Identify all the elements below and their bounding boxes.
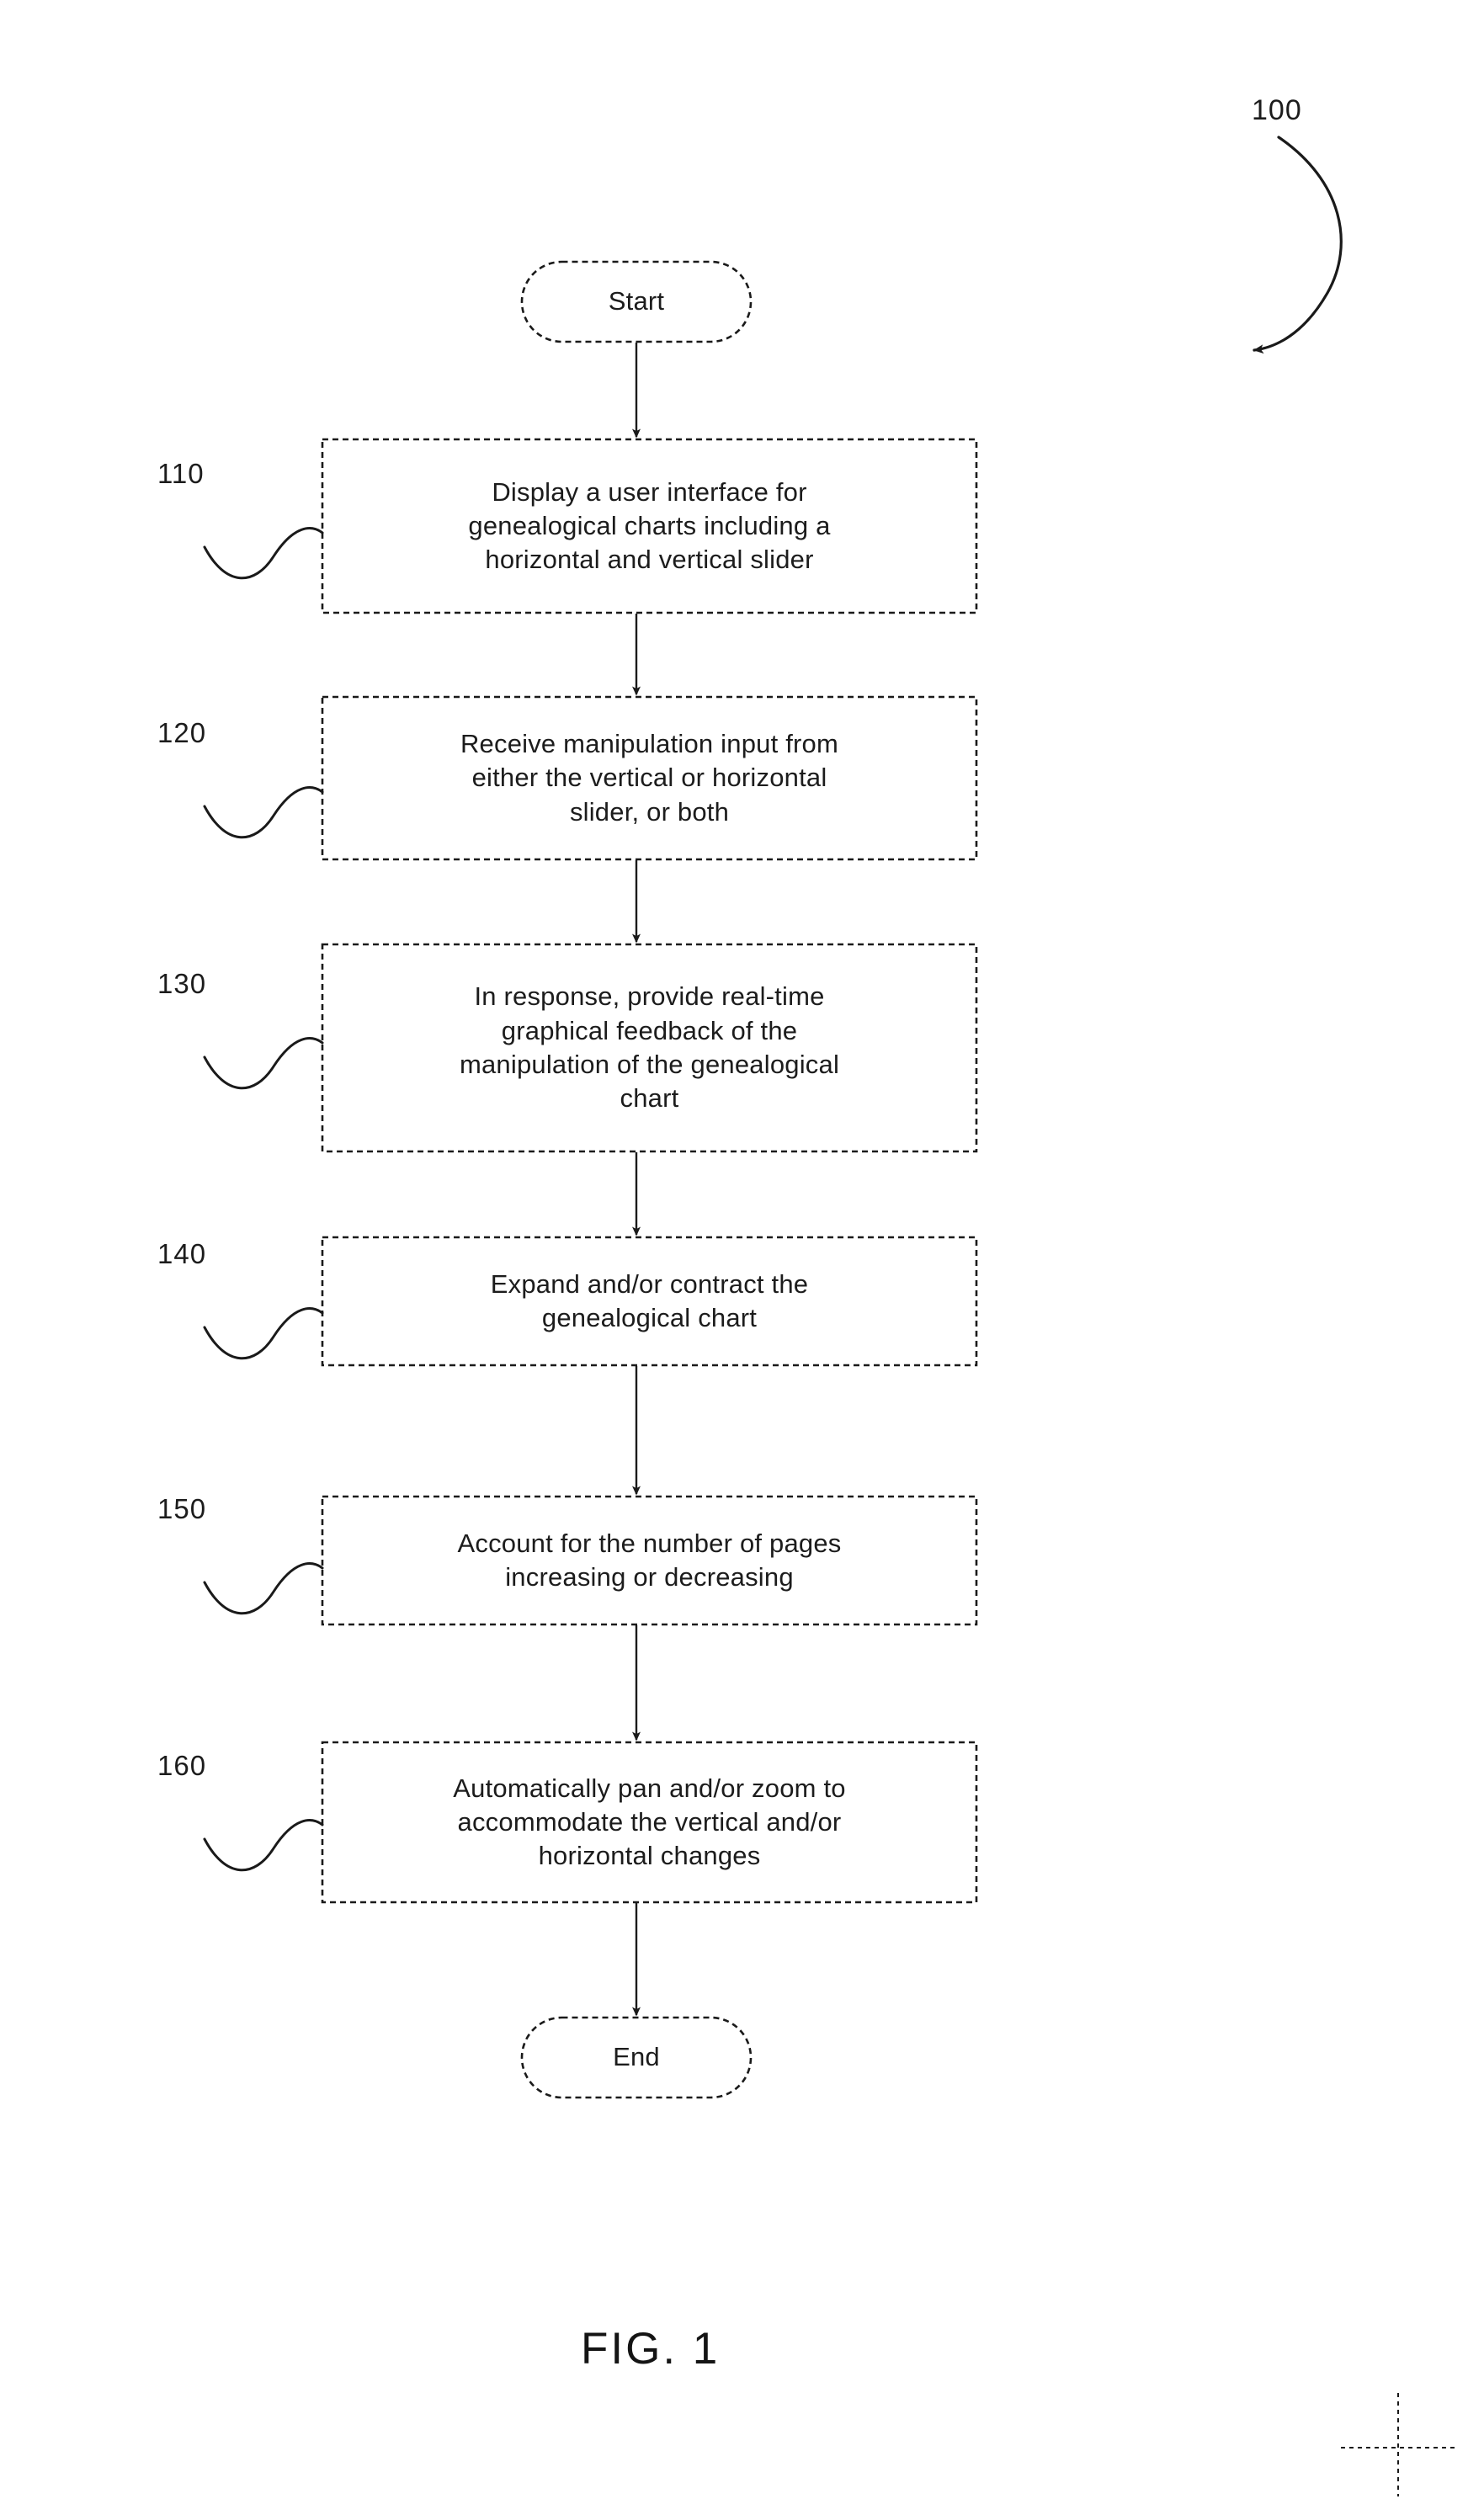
reference-leaders	[203, 527, 324, 1872]
reference-label-150: 150	[157, 1493, 207, 1524]
step-160-line-1: Automatically pan and/or zoom to	[453, 1773, 846, 1803]
leader-140	[203, 1307, 324, 1360]
step-150-node: Account for the number of pages increasi…	[322, 1497, 976, 1624]
reference-label-110: 110	[157, 458, 205, 489]
step-110-line-2: genealogical charts including a	[468, 510, 831, 540]
start-node-label: Start	[608, 286, 665, 316]
step-160-node: Automatically pan and/or zoom to accommo…	[322, 1742, 976, 1902]
step-130-line-3: manipulation of the genealogical	[459, 1050, 840, 1079]
step-110-node: Display a user interface for genealogica…	[322, 439, 976, 613]
step-120-line-2: either the vertical or horizontal	[471, 763, 827, 793]
step-120-line-3: slider, or both	[569, 796, 730, 827]
step-150-line-2: increasing or decreasing	[505, 1562, 794, 1592]
leader-150	[203, 1562, 324, 1615]
step-140-line-1: Expand and/or contract the	[490, 1268, 809, 1299]
reference-label-160: 160	[157, 1750, 207, 1781]
step-160-line-2: accommodate the vertical and/or	[457, 1806, 842, 1837]
patent-figure: 100 Start 110 Display a user interface f…	[0, 0, 1484, 2499]
end-node: End	[522, 2018, 751, 2098]
reference-label-140: 140	[157, 1238, 207, 1269]
step-140-node: Expand and/or contract the genealogical …	[322, 1237, 976, 1365]
leader-120	[203, 786, 324, 839]
step-140-line-2: genealogical chart	[541, 1303, 758, 1332]
step-130-line-1: In response, provide real-time	[474, 981, 825, 1012]
step-120-line-1: Receive manipulation input from	[460, 729, 839, 759]
figure-caption: FIG. 1	[581, 2324, 721, 2374]
step-130-line-2: graphical feedback of the	[501, 1015, 798, 1045]
step-150-line-1: Account for the number of pages	[457, 1528, 842, 1558]
registration-crosshair-icon	[1341, 2393, 1455, 2496]
reference-100-leader	[1253, 136, 1343, 354]
step-110-line-1: Display a user interface for	[492, 476, 807, 507]
start-node: Start	[522, 262, 751, 342]
step-110-line-3: horizontal and vertical slider	[485, 545, 814, 575]
step-160-line-3: horizontal changes	[538, 1841, 761, 1871]
diagram-reference-100: 100	[1252, 94, 1302, 126]
end-node-label: End	[613, 2042, 660, 2072]
leader-160	[203, 1819, 324, 1872]
reference-label-120: 120	[157, 717, 207, 748]
reference-label-130: 130	[157, 968, 207, 999]
step-120-node: Receive manipulation input from either t…	[322, 697, 976, 859]
step-130-node: In response, provide real-time graphical…	[322, 944, 976, 1151]
step-130-line-4: chart	[620, 1083, 679, 1114]
leader-130	[203, 1037, 324, 1090]
leader-110	[203, 527, 324, 580]
